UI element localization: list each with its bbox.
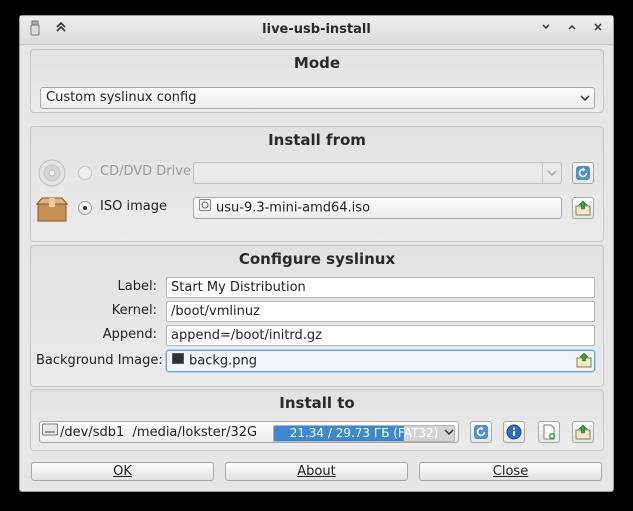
- refresh-drives-button[interactable]: [572, 162, 594, 184]
- disk-usage-text: 21.34 / 29.73 ГБ (FAT32): [289, 426, 439, 440]
- install-to-group: Install to /dev/sdb1 /media/lokster/32G …: [30, 389, 604, 451]
- about-button[interactable]: About: [225, 462, 408, 481]
- install-from-group: Install from CD/DVD Drive ISO image usu-…: [30, 126, 604, 242]
- kernel-field-label: Kernel:: [111, 303, 157, 318]
- browse-image-button[interactable]: [576, 352, 592, 371]
- iso-path-field[interactable]: usu-9.3-mini-amd64.iso: [193, 197, 562, 219]
- new-file-button[interactable]: [538, 421, 560, 443]
- disc-image-icon: [199, 198, 211, 218]
- maximize-icon[interactable]: [563, 20, 581, 38]
- ok-button[interactable]: OK: [31, 462, 214, 481]
- disk-usage-bar: 21.34 / 29.73 ГБ (FAT32): [273, 425, 455, 442]
- window-title: live-usb-install: [262, 22, 371, 37]
- mode-select-value: Custom syslinux config: [46, 90, 197, 105]
- chevron-down-icon: [580, 88, 590, 108]
- chevron-down-icon: [444, 422, 454, 442]
- chevron-down-icon: [542, 163, 561, 183]
- label-field-label: Label:: [117, 279, 157, 294]
- title-bar[interactable]: live-usb-install: [20, 16, 613, 45]
- refresh-devices-button[interactable]: [470, 421, 492, 443]
- mount-point: /media/lokster/32G: [132, 425, 258, 440]
- minimize-icon[interactable]: [537, 20, 555, 38]
- iso-image-radio[interactable]: [78, 201, 92, 215]
- background-image-field[interactable]: backg.png: [166, 350, 595, 372]
- background-image-label: Background Image:: [36, 353, 163, 368]
- install-to-title: Install to: [279, 394, 355, 412]
- background-image-value: backg.png: [189, 353, 258, 369]
- iso-image-label: ISO image: [100, 199, 167, 214]
- device-info-button[interactable]: [503, 421, 525, 443]
- syslinux-title: Configure syslinux: [238, 250, 396, 268]
- open-folder-icon: [576, 352, 592, 371]
- cd-dvd-radio[interactable]: [78, 166, 92, 180]
- mode-group: Mode Custom syslinux config: [30, 49, 604, 113]
- append-field-label: Append:: [102, 327, 157, 342]
- close-icon[interactable]: [589, 20, 607, 38]
- syslinux-group: Configure syslinux Label: Start My Distr…: [30, 245, 604, 387]
- package-box-icon: [35, 196, 69, 226]
- target-device-select[interactable]: /dev/sdb1 /media/lokster/32G 21.34 / 29.…: [39, 421, 459, 443]
- browse-iso-button[interactable]: [572, 197, 594, 219]
- device-name: /dev/sdb1: [60, 425, 125, 440]
- image-file-icon: [172, 351, 184, 371]
- kernel-input[interactable]: /boot/vmlinuz: [166, 301, 595, 322]
- cd-dvd-label: CD/DVD Drive: [100, 164, 191, 179]
- install-from-title: Install from: [268, 131, 366, 149]
- append-input[interactable]: append=/boot/initrd.gz: [166, 325, 595, 346]
- label-input[interactable]: Start My Distribution: [166, 277, 595, 298]
- mode-select[interactable]: Custom syslinux config: [40, 87, 595, 109]
- cd-disc-icon: [38, 159, 66, 191]
- mode-title: Mode: [293, 54, 341, 72]
- close-button[interactable]: Close: [419, 462, 602, 481]
- usb-drive-icon: [42, 422, 58, 442]
- cd-dvd-select[interactable]: [193, 162, 562, 184]
- app-window: live-usb-install Mode Custom syslinux co…: [19, 15, 614, 492]
- iso-path-value: usu-9.3-mini-amd64.iso: [216, 200, 371, 216]
- browse-target-button[interactable]: [572, 421, 594, 443]
